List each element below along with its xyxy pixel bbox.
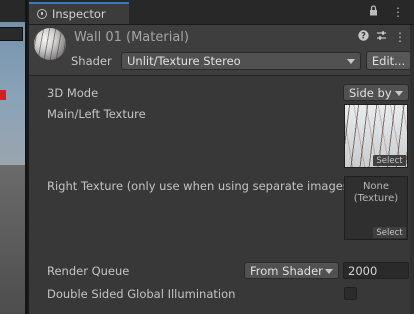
render-queue-label: Render Queue — [47, 264, 130, 278]
render-queue-mode-value: From Shader — [250, 263, 323, 278]
render-queue-input[interactable]: 2000 — [343, 262, 409, 279]
right-texture-label: Right Texture (only use when using separ… — [47, 179, 354, 193]
right-texture-value: None (Texture) — [353, 181, 399, 204]
material-header: Wall 01 (Material) ? ⋮ Shader Unlit/Text… — [29, 25, 414, 76]
scene-toolbar — [0, 0, 27, 22]
scene-gizmo[interactable] — [0, 90, 6, 100]
scene-view-edge — [0, 0, 27, 314]
svg-text:?: ? — [361, 32, 366, 41]
chevron-down-icon — [347, 59, 355, 64]
material-title: Wall 01 (Material) — [74, 30, 189, 45]
material-preview-thumbnail — [34, 28, 66, 60]
chevron-down-icon — [325, 268, 333, 274]
chevron-down-icon — [395, 90, 403, 96]
lock-icon[interactable] — [369, 5, 378, 19]
info-icon — [37, 9, 47, 19]
panel-divider[interactable] — [25, 0, 27, 314]
inspector-window: Inspector ⋮ Wall 01 (Material) ? ⋮ Shade… — [29, 0, 414, 314]
mode-dropdown[interactable]: Side by — [343, 84, 409, 101]
tab-actions: ⋮ — [369, 5, 404, 19]
presets-icon[interactable] — [376, 30, 387, 44]
main-texture-label: Main/Left Texture — [47, 107, 146, 121]
double-sided-gi-label: Double Sided Global Illumination — [47, 287, 236, 301]
right-texture-select-button[interactable]: Select — [373, 227, 406, 238]
double-sided-gi-checkbox[interactable] — [344, 287, 357, 300]
more-options-icon[interactable]: ⋮ — [392, 5, 404, 19]
inspector-scrollbar[interactable] — [410, 25, 414, 314]
main-texture-slot[interactable]: Select — [344, 104, 408, 168]
shader-dropdown[interactable]: Unlit/Texture Stereo — [121, 52, 361, 70]
inspector-tabbar: Inspector ⋮ — [29, 0, 414, 25]
shader-label: Shader — [71, 54, 112, 68]
tab-inspector[interactable]: Inspector — [29, 2, 129, 24]
more-options-icon[interactable]: ⋮ — [394, 30, 406, 44]
header-icons: ? ⋮ — [358, 30, 406, 44]
edit-shader-button[interactable]: Edit... — [366, 51, 411, 70]
tab-inspector-label: Inspector — [52, 7, 106, 21]
mode-label: 3D Mode — [47, 86, 99, 100]
help-icon[interactable]: ? — [358, 30, 369, 44]
right-texture-slot[interactable]: None (Texture) Select — [344, 176, 408, 240]
mode-value: Side by — [349, 85, 392, 100]
render-queue-mode-dropdown[interactable]: From Shader — [244, 262, 339, 279]
main-texture-select-button[interactable]: Select — [373, 155, 406, 166]
scene-ground — [0, 165, 27, 314]
scene-search-field[interactable] — [0, 27, 23, 41]
scene-sky — [0, 0, 27, 165]
shader-value: Unlit/Texture Stereo — [127, 54, 241, 68]
